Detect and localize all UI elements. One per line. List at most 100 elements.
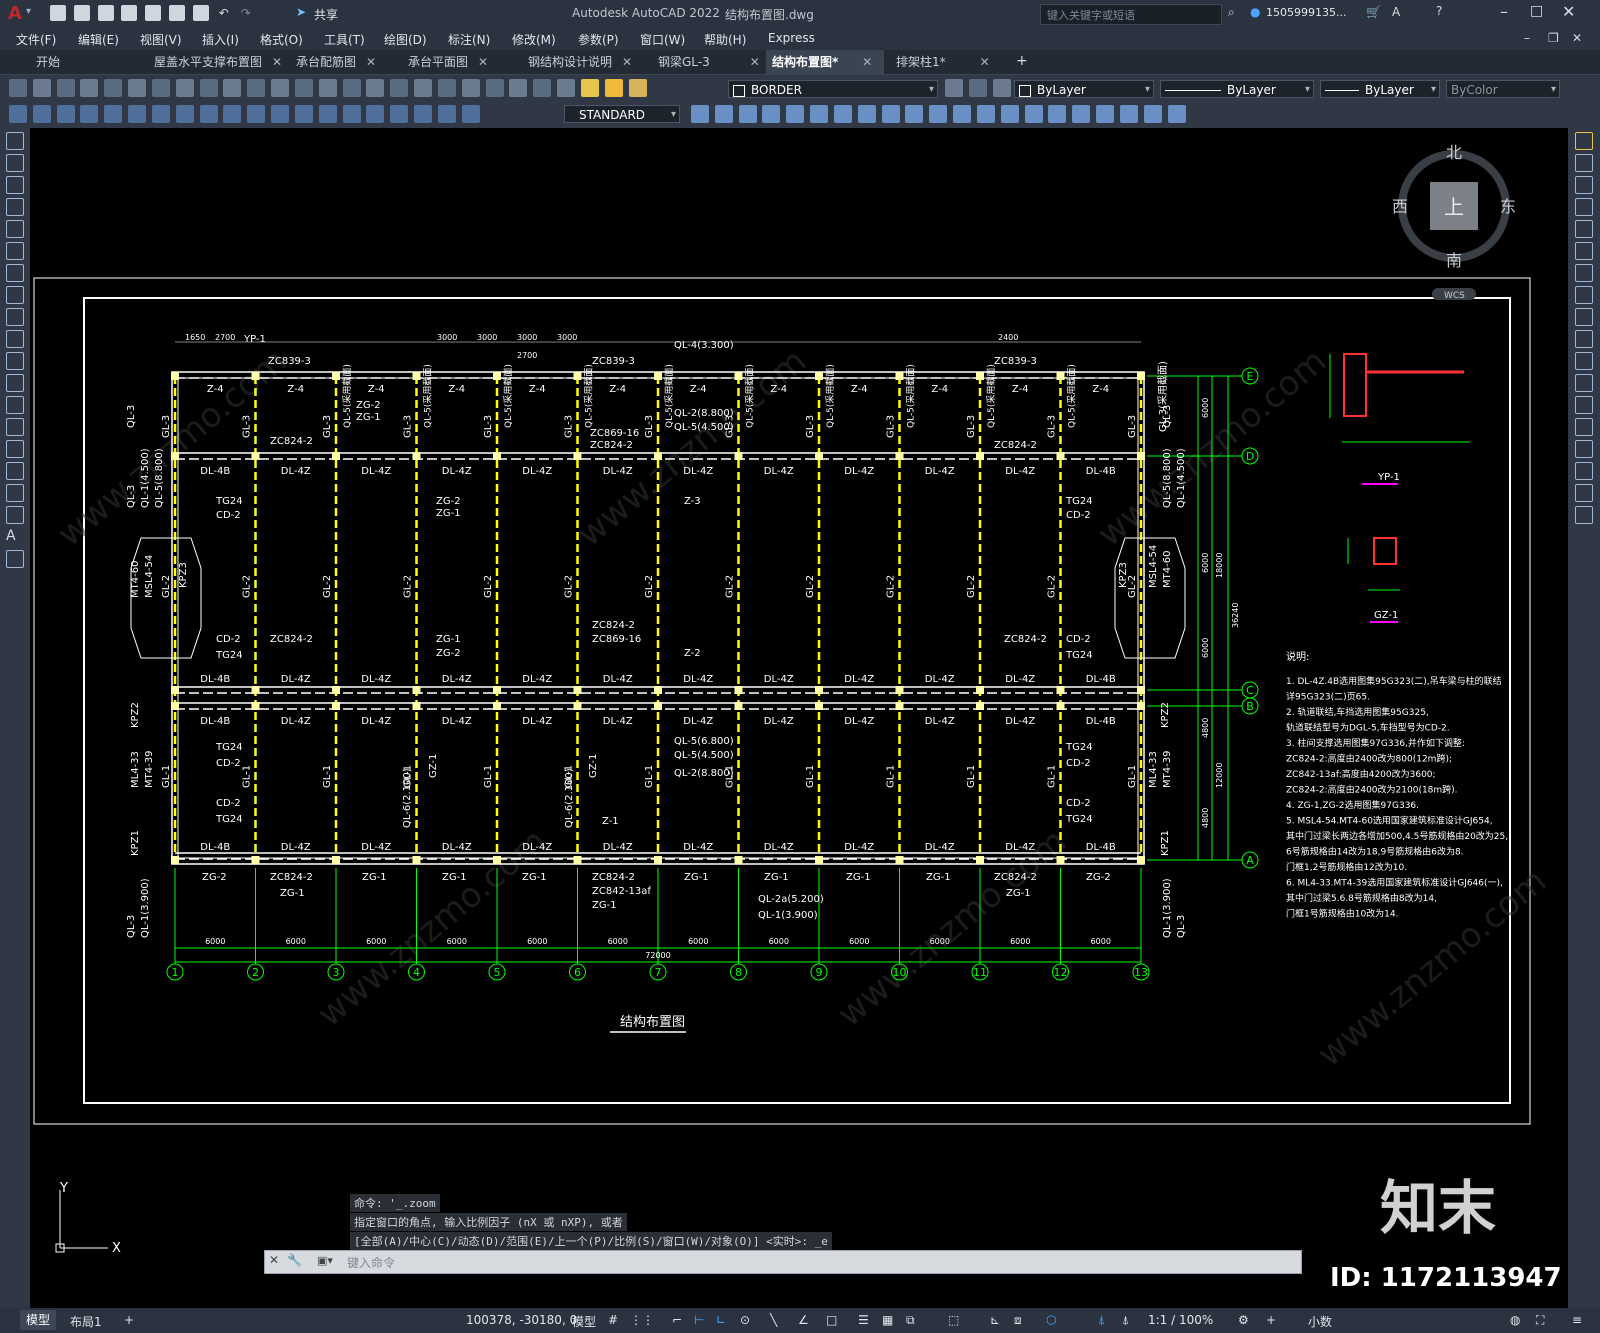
tab-cap-plan[interactable]: 承台平面图 ✕ <box>402 50 494 74</box>
menu-tools[interactable]: 工具(T) <box>324 31 365 48</box>
ucs-object-icon[interactable] <box>1143 105 1162 123</box>
explode-icon[interactable] <box>1575 506 1593 524</box>
dim-radius-icon[interactable] <box>104 105 123 123</box>
tab-steel-notes[interactable]: 钢结构设计说明 ✕ <box>522 50 638 74</box>
annotation-monitor-icon[interactable]: + <box>1266 1313 1276 1327</box>
fillet-icon[interactable] <box>1575 462 1593 480</box>
menu-edit[interactable]: 编辑(E) <box>78 31 119 48</box>
command-recent-icon[interactable]: ▣▾ <box>317 1254 333 1267</box>
tab-close-icon[interactable]: ✕ <box>478 55 488 69</box>
layer-lock-icon[interactable] <box>628 79 647 97</box>
tab-close-icon[interactable]: ✕ <box>272 55 282 69</box>
annotation-visibility-icon[interactable]: ⍋ <box>1098 1313 1105 1328</box>
rotate-icon[interactable] <box>1575 264 1593 282</box>
tab-close-icon[interactable]: ✕ <box>750 55 760 69</box>
annotation-scale[interactable]: 1:1 / 100% <box>1148 1313 1213 1327</box>
isolate-objects-icon[interactable]: ◍ <box>1510 1313 1520 1327</box>
linetype-dropdown[interactable]: ByLayer ▾ <box>1160 80 1314 98</box>
minimize-icon[interactable]: – <box>1500 2 1508 21</box>
ucs-previous-icon[interactable] <box>1096 105 1115 123</box>
arc-icon[interactable] <box>6 242 24 260</box>
autodesk-app-icon[interactable]: A <box>1392 5 1400 19</box>
view-icon[interactable] <box>1000 105 1019 123</box>
save-file-icon[interactable] <box>56 79 75 97</box>
viewcube-north[interactable]: 北 <box>1446 143 1462 162</box>
pan-icon[interactable] <box>294 79 313 97</box>
solid-sphere-icon[interactable] <box>762 105 781 123</box>
layer-previous-icon[interactable] <box>968 79 987 97</box>
menu-view[interactable]: 视图(V) <box>140 31 182 48</box>
inspection-icon[interactable] <box>366 105 385 123</box>
menu-file[interactable]: 文件(F) <box>16 31 56 48</box>
3d-osnap-icon[interactable]: ⬚ <box>948 1313 959 1327</box>
quick-dim-icon[interactable] <box>199 105 218 123</box>
trim-icon[interactable] <box>1575 330 1593 348</box>
construction-line-icon[interactable] <box>6 154 24 172</box>
copy-object-icon[interactable] <box>1575 154 1593 172</box>
dim-edit-icon[interactable] <box>414 105 433 123</box>
subtract-icon[interactable] <box>881 105 900 123</box>
lineweight-icon[interactable]: ☰ <box>858 1313 869 1327</box>
point-icon[interactable] <box>6 418 24 436</box>
command-line[interactable]: ✕ 🔧 ▣▾ 键入命令 <box>264 1250 1302 1274</box>
dim-linear-icon[interactable] <box>9 105 27 123</box>
lineweight-dropdown[interactable]: ByLayer ▾ <box>1320 80 1440 98</box>
doc-minimize-icon[interactable]: – <box>1524 31 1530 45</box>
doc-restore-icon[interactable]: ❐ <box>1548 31 1559 45</box>
customize-status-icon[interactable]: ≡ <box>1572 1313 1582 1327</box>
osnap-icon[interactable]: □ <box>826 1313 837 1327</box>
move-icon[interactable] <box>1575 242 1593 260</box>
markup-icon[interactable] <box>485 79 504 97</box>
layer-sun-icon[interactable] <box>604 79 623 97</box>
layer-state-icon[interactable] <box>992 79 1011 97</box>
workspace-gear-icon[interactable]: ⚙ <box>1238 1313 1249 1327</box>
tab-layout1[interactable]: 布局1 <box>70 1313 102 1330</box>
interfere-icon[interactable] <box>953 105 972 123</box>
new-tab-icon[interactable]: + <box>1016 53 1028 69</box>
save-as-icon[interactable] <box>121 5 138 21</box>
dim-update-icon[interactable] <box>461 105 480 123</box>
extend-icon[interactable] <box>1575 352 1593 370</box>
dim-arc-icon[interactable] <box>56 105 75 123</box>
cart-icon[interactable]: 🛒 <box>1366 5 1381 19</box>
menu-modify[interactable]: 修改(M) <box>512 31 556 48</box>
section-icon[interactable] <box>976 105 995 123</box>
menu-parameters[interactable]: 参数(P) <box>578 31 619 48</box>
join-icon[interactable] <box>1575 418 1593 436</box>
polar-icon[interactable]: ⊙ <box>740 1313 750 1327</box>
user-icon[interactable]: ● <box>1250 5 1260 19</box>
blend-icon[interactable] <box>1575 484 1593 502</box>
sheet-set-icon[interactable] <box>461 79 480 97</box>
close-icon[interactable]: ✕ <box>1562 2 1575 21</box>
dim-angular-icon[interactable] <box>175 105 194 123</box>
union-icon[interactable] <box>857 105 876 123</box>
clean-screen-icon[interactable]: ⛶ <box>1536 1313 1544 1328</box>
chamfer-icon[interactable] <box>1575 440 1593 458</box>
save-icon[interactable] <box>97 5 114 21</box>
new-icon[interactable] <box>50 5 66 21</box>
match-prop-icon[interactable] <box>223 79 242 97</box>
revision-cloud-icon[interactable] <box>6 286 24 304</box>
dim-ordinate-icon[interactable] <box>80 105 99 123</box>
design-center-icon[interactable] <box>414 79 433 97</box>
ellipse-arc-icon[interactable] <box>6 352 24 370</box>
add-layout-icon[interactable]: + <box>124 1313 134 1327</box>
viewcube-south[interactable]: 南 <box>1446 251 1462 270</box>
infer-icon[interactable]: ⌐ <box>672 1313 682 1327</box>
zoom-previous-icon[interactable] <box>366 79 385 97</box>
ortho-icon[interactable]: ∟ <box>716 1313 726 1327</box>
dyn-ucs-icon[interactable]: ⊾ <box>990 1313 1000 1327</box>
mirror-icon[interactable] <box>1575 176 1593 194</box>
zoom-window-icon[interactable] <box>342 79 361 97</box>
undo-tool-icon[interactable] <box>247 79 266 97</box>
solid-torus-icon[interactable] <box>786 105 805 123</box>
tab-steel-beam[interactable]: 钢梁GL-3 ✕ <box>652 50 766 74</box>
dim-jogged-icon[interactable] <box>128 105 147 123</box>
selection-filter-icon[interactable]: ⧈ <box>1014 1313 1022 1328</box>
jogged-linear-icon[interactable] <box>390 105 409 123</box>
units-button[interactable]: 小数 <box>1308 1313 1332 1330</box>
circle-icon[interactable] <box>6 264 24 282</box>
calculator-icon[interactable] <box>509 79 528 97</box>
dim-diameter-icon[interactable] <box>151 105 170 123</box>
ucs-icon[interactable] <box>1048 105 1067 123</box>
